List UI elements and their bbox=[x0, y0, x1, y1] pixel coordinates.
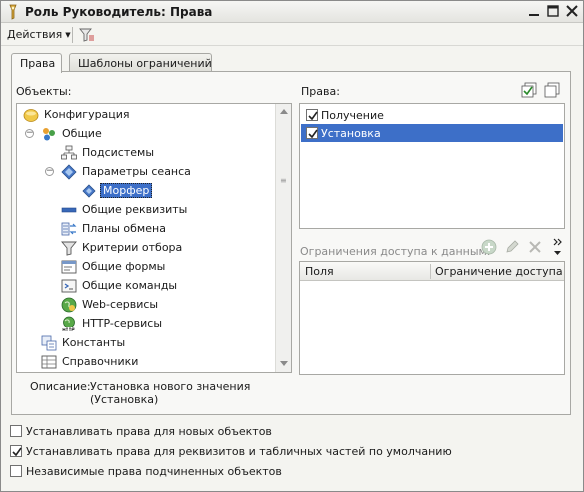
restrictions-table[interactable]: Поля Ограничение доступа bbox=[299, 261, 565, 375]
maximize-button[interactable] bbox=[544, 3, 562, 20]
scroll-thumb[interactable]: ≡ bbox=[280, 176, 287, 185]
role-icon bbox=[6, 4, 20, 20]
description-line: (Установка) bbox=[90, 393, 159, 406]
tree-item-label: Константы bbox=[62, 336, 126, 349]
option-checkbox[interactable] bbox=[10, 465, 22, 477]
scroll-down-icon[interactable] bbox=[279, 358, 289, 368]
exchange-plans-icon bbox=[61, 221, 77, 237]
tree-item-label: Общие bbox=[62, 127, 102, 140]
delete-icon[interactable] bbox=[527, 239, 543, 255]
edit-icon[interactable] bbox=[504, 239, 520, 255]
web-services-icon bbox=[61, 297, 77, 313]
right-item-label: Установка bbox=[321, 127, 381, 140]
rights-list[interactable]: Получение Установка bbox=[299, 103, 565, 229]
tree-item-label: Морфер bbox=[100, 183, 153, 198]
objects-tree[interactable]: Конфигурация − Общие Подсистемы − Параме… bbox=[16, 103, 292, 373]
tree-item-common-commands[interactable]: Общие команды bbox=[17, 276, 275, 295]
toolbar: Действия ▼ bbox=[1, 24, 583, 46]
tree-item-exchange-plans[interactable]: Планы обмена bbox=[17, 219, 275, 238]
filter-icon[interactable] bbox=[79, 27, 95, 43]
right-item-set[interactable]: Установка bbox=[301, 124, 563, 142]
column-divider[interactable] bbox=[430, 264, 431, 279]
tree-item-label: Критерии отбора bbox=[82, 241, 183, 254]
rights-label: Права: bbox=[301, 85, 340, 98]
common-icon bbox=[41, 126, 57, 142]
tree-item-label: Параметры сеанса bbox=[82, 165, 191, 178]
collapse-icon[interactable]: − bbox=[25, 129, 34, 138]
add-icon[interactable] bbox=[481, 239, 497, 255]
tree-item-session-params[interactable]: − Параметры сеанса bbox=[17, 162, 275, 181]
tree-item-http-services[interactable]: HTTP-сервисы bbox=[17, 314, 275, 333]
tree-item-label: Общие формы bbox=[82, 260, 166, 273]
tree-item-label: Общие реквизиты bbox=[82, 203, 188, 216]
common-attributes-icon bbox=[61, 202, 77, 218]
tree-item-label: Конфигурация bbox=[44, 108, 130, 121]
window-title: Роль Руководитель: Права bbox=[25, 5, 213, 19]
title-bar: Роль Руководитель: Права bbox=[1, 1, 583, 23]
actions-label: Действия bbox=[7, 28, 63, 41]
common-commands-icon bbox=[61, 278, 77, 294]
option-label: Независимые права подчиненных объектов bbox=[26, 465, 282, 478]
minimize-button[interactable] bbox=[525, 3, 543, 20]
close-button[interactable] bbox=[563, 3, 581, 20]
subsystems-icon bbox=[61, 145, 77, 161]
tree-item-configuration[interactable]: Конфигурация bbox=[17, 105, 275, 124]
option-checkbox[interactable] bbox=[10, 425, 22, 437]
tree-item-label: Подсистемы bbox=[82, 146, 155, 159]
option-label: Устанавливать права для реквизитов и таб… bbox=[26, 445, 452, 458]
description-label: Описание: bbox=[30, 380, 91, 393]
toolbar-divider bbox=[72, 27, 73, 43]
tree-item-label: Справочники bbox=[62, 355, 139, 368]
configuration-icon bbox=[23, 107, 39, 123]
tree-item-subsystems[interactable]: Подсистемы bbox=[17, 143, 275, 162]
tree-item-common-forms[interactable]: Общие формы bbox=[17, 257, 275, 276]
restrictions-label: Ограничения доступа к данным: bbox=[300, 245, 491, 258]
right-item-label: Получение bbox=[321, 109, 384, 122]
session-param-icon bbox=[81, 183, 97, 199]
objects-label: Объекты: bbox=[16, 85, 72, 98]
catalogs-icon bbox=[41, 354, 57, 370]
scroll-up-icon[interactable] bbox=[279, 107, 289, 117]
tree-item-common-attributes[interactable]: Общие реквизиты bbox=[17, 200, 275, 219]
right-item-receive[interactable]: Получение bbox=[301, 106, 563, 124]
description-line: Установка нового значения bbox=[90, 380, 251, 393]
option-checkbox[interactable] bbox=[10, 445, 22, 457]
tree-item-common[interactable]: − Общие bbox=[17, 124, 275, 143]
more-actions-icon[interactable] bbox=[550, 237, 566, 255]
restrictions-table-header: Поля Ограничение доступа bbox=[300, 262, 564, 281]
description-value: Установка нового значения (Установка) bbox=[90, 380, 290, 406]
tree-item-web-services[interactable]: Web-сервисы bbox=[17, 295, 275, 314]
http-services-icon bbox=[61, 316, 77, 332]
tree-item-label: Общие команды bbox=[82, 279, 178, 292]
tree-item-label: Планы обмена bbox=[82, 222, 166, 235]
tab-restriction-templates[interactable]: Шаблоны ограничений bbox=[69, 53, 212, 72]
right-checkbox[interactable] bbox=[306, 109, 318, 121]
tree-item-morfer[interactable]: Морфер bbox=[17, 181, 275, 200]
session-params-icon bbox=[61, 164, 77, 180]
tree-item-label: Web-сервисы bbox=[82, 298, 159, 311]
filter-criteria-icon bbox=[61, 240, 77, 256]
common-forms-icon bbox=[61, 259, 77, 275]
tree-item-constants[interactable]: Константы bbox=[17, 333, 275, 352]
collapse-icon[interactable]: − bbox=[45, 167, 54, 176]
constants-icon bbox=[41, 335, 57, 351]
option-label: Устанавливать права для новых объектов bbox=[26, 425, 272, 438]
tree-item-filter-criteria[interactable]: Критерии отбора bbox=[17, 238, 275, 257]
column-header-access-restriction[interactable]: Ограничение доступа bbox=[435, 265, 563, 278]
right-checkbox[interactable] bbox=[306, 127, 318, 139]
actions-menu[interactable]: Действия ▼ bbox=[7, 28, 71, 41]
rights-window: Роль Руководитель: Права Действия ▼ Права… bbox=[0, 0, 584, 492]
column-header-fields[interactable]: Поля bbox=[305, 265, 334, 278]
uncheck-all-icon[interactable] bbox=[544, 82, 560, 98]
tree-scrollbar[interactable]: ≡ bbox=[275, 104, 291, 372]
check-all-icon[interactable] bbox=[521, 82, 537, 98]
tree-item-label: HTTP-сервисы bbox=[82, 317, 163, 330]
chevron-down-icon: ▼ bbox=[65, 31, 71, 39]
tab-rights[interactable]: Права bbox=[11, 53, 62, 73]
tree-item-catalogs[interactable]: Справочники bbox=[17, 352, 275, 371]
